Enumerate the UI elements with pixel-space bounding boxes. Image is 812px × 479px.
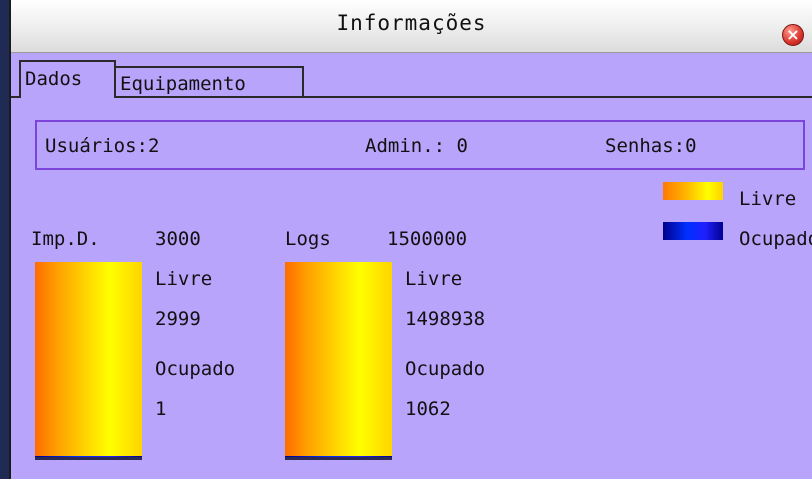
legend-free-label: Livre (739, 188, 797, 210)
logs-used-value: 1062 (405, 398, 451, 420)
active-tab-gap (21, 94, 114, 99)
fingerprints-capacity-bar (35, 262, 142, 458)
users-count: Usuários:2 (45, 135, 160, 157)
logs-capacity-bar (285, 262, 392, 458)
tab-equipamento[interactable]: Equipamento (114, 66, 304, 98)
fingerprints-bar-base (35, 457, 142, 460)
stats-box: Usuários:2 Admin.: 0 Senhas:0 (35, 120, 805, 170)
logs-used-label: Ocupado (405, 358, 486, 380)
logs-free-value: 1498938 (405, 308, 486, 330)
legend-free-swatch (663, 182, 723, 200)
fingerprints-total: 3000 (155, 228, 201, 250)
fingerprints-used-label: Ocupado (155, 358, 236, 380)
legend-used-swatch (663, 222, 723, 240)
close-icon[interactable]: × (782, 24, 804, 46)
window-title: Informações (336, 11, 487, 35)
logs-bar-base (285, 457, 392, 460)
logs-free-label: Livre (405, 268, 463, 290)
fingerprints-used-value: 1 (155, 398, 167, 420)
fingerprints-title: Imp.D. (31, 228, 100, 250)
legend-used-label: Ocupado (739, 228, 812, 250)
info-window: Informações × Dados Equipamento Usuários… (9, 0, 812, 479)
tab-dados[interactable]: Dados (19, 60, 116, 96)
admin-count: Admin.: 0 (365, 135, 468, 157)
fingerprints-free-label: Livre (155, 268, 213, 290)
passwords-count: Senhas:0 (605, 135, 697, 157)
logs-title: Logs (285, 228, 331, 250)
logs-total: 1500000 (387, 228, 468, 250)
title-bar: Informações × (11, 0, 812, 53)
fingerprints-free-value: 2999 (155, 308, 201, 330)
